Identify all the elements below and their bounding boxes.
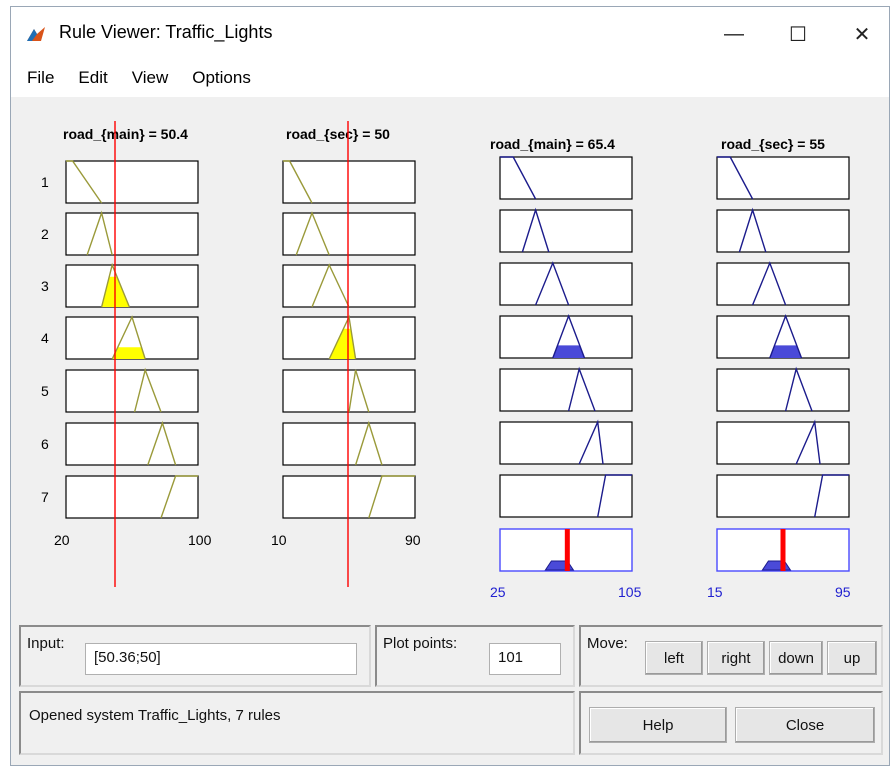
output-range-min: 15 [707,584,723,600]
rule-viewer-window: Rule Viewer: Traffic_Lights — ☐ ✕ File E… [10,6,890,766]
move-down-button[interactable]: down [769,641,823,675]
move-left-button[interactable]: left [645,641,703,675]
input-mf-frame[interactable] [282,369,416,413]
plot-points-label: Plot points: [383,635,458,652]
maximize-button[interactable]: ☐ [775,15,821,53]
move-label: Move: [587,635,628,652]
matlab-icon [27,27,45,41]
menu-bar: File Edit View Options [11,59,889,97]
input-mf-frame[interactable] [65,369,199,413]
output-mf-frame[interactable] [716,156,850,200]
title-bar: Rule Viewer: Traffic_Lights — ☐ ✕ [11,7,889,59]
rule-number: 7 [41,489,49,505]
status-text: Opened system Traffic_Lights, 7 rules [29,707,281,724]
input-mf-frame[interactable] [65,160,199,204]
output-mf-frame[interactable] [716,209,850,253]
menu-file[interactable]: File [27,68,54,88]
output-2-header: road_{sec} = 55 [721,136,825,152]
output-mf-frame[interactable] [499,156,633,200]
rule-number: 4 [41,330,49,346]
input-mf-frame[interactable] [282,264,416,308]
close-button[interactable]: Close [735,707,875,743]
move-up-button[interactable]: up [827,641,877,675]
input-box: Input: [50.36;50] [19,625,371,687]
output-range-min: 25 [490,584,506,600]
input-label: Input: [27,635,65,652]
output-mf-frame[interactable] [499,209,633,253]
input-field[interactable]: [50.36;50] [85,643,357,675]
output-range-max: 95 [835,584,851,600]
defuzzified-output-marker[interactable] [780,529,786,571]
output-mf-frame[interactable] [716,474,850,518]
window-title: Rule Viewer: Traffic_Lights [59,22,273,42]
input-mf-frame[interactable] [282,422,416,466]
move-box: Move: left right down up [579,625,883,687]
input-range-max: 90 [405,532,421,548]
plot-points-field[interactable]: 101 [489,643,561,675]
output-mf-frame[interactable] [499,474,633,518]
rule-number: 2 [41,226,49,242]
control-panel: Input: [50.36;50] Plot points: 101 Move:… [19,625,883,759]
help-close-box: Help Close [579,691,883,755]
move-right-button[interactable]: right [707,641,765,675]
input-mf-frame[interactable] [65,422,199,466]
input-mf-frame[interactable] [65,264,199,308]
menu-view[interactable]: View [132,68,169,88]
input-1-header: road_{main} = 50.4 [63,126,188,142]
input-mf-frame[interactable] [282,160,416,204]
output-1-header: road_{main} = 65.4 [490,136,615,152]
output-mf-frame[interactable] [499,368,633,412]
minimize-button[interactable]: — [711,15,757,53]
rule-number: 6 [41,436,49,452]
input-mf-frame[interactable] [282,475,416,519]
rule-plots[interactable]: road_{main} = 50.4 road_{sec} = 50 road_{m… [11,97,891,607]
input-mf-frame[interactable] [65,475,199,519]
input-2-header: road_{sec} = 50 [286,126,390,142]
close-window-button[interactable]: ✕ [839,15,885,53]
help-button[interactable]: Help [589,707,727,743]
rule-number: 1 [41,174,49,190]
input-mf-frame[interactable] [65,212,199,256]
status-box: Opened system Traffic_Lights, 7 rules [19,691,575,755]
rule-plot-area[interactable]: road_{main} = 50.4 road_{sec} = 50 road_{m… [11,97,889,607]
input-range-max: 100 [188,532,212,548]
defuzzified-output-marker[interactable] [564,529,570,571]
rule-number: 3 [41,278,49,294]
output-mf-frame[interactable] [499,421,633,465]
output-mf-frame[interactable] [716,368,850,412]
menu-options[interactable]: Options [192,68,251,88]
input-range-min: 20 [54,532,70,548]
output-range-max: 105 [618,584,642,600]
menu-edit[interactable]: Edit [78,68,107,88]
rule-number: 5 [41,383,49,399]
plot-points-box: Plot points: 101 [375,625,575,687]
input-range-min: 10 [271,532,287,548]
input-mf-frame[interactable] [282,212,416,256]
output-mf-frame[interactable] [716,421,850,465]
